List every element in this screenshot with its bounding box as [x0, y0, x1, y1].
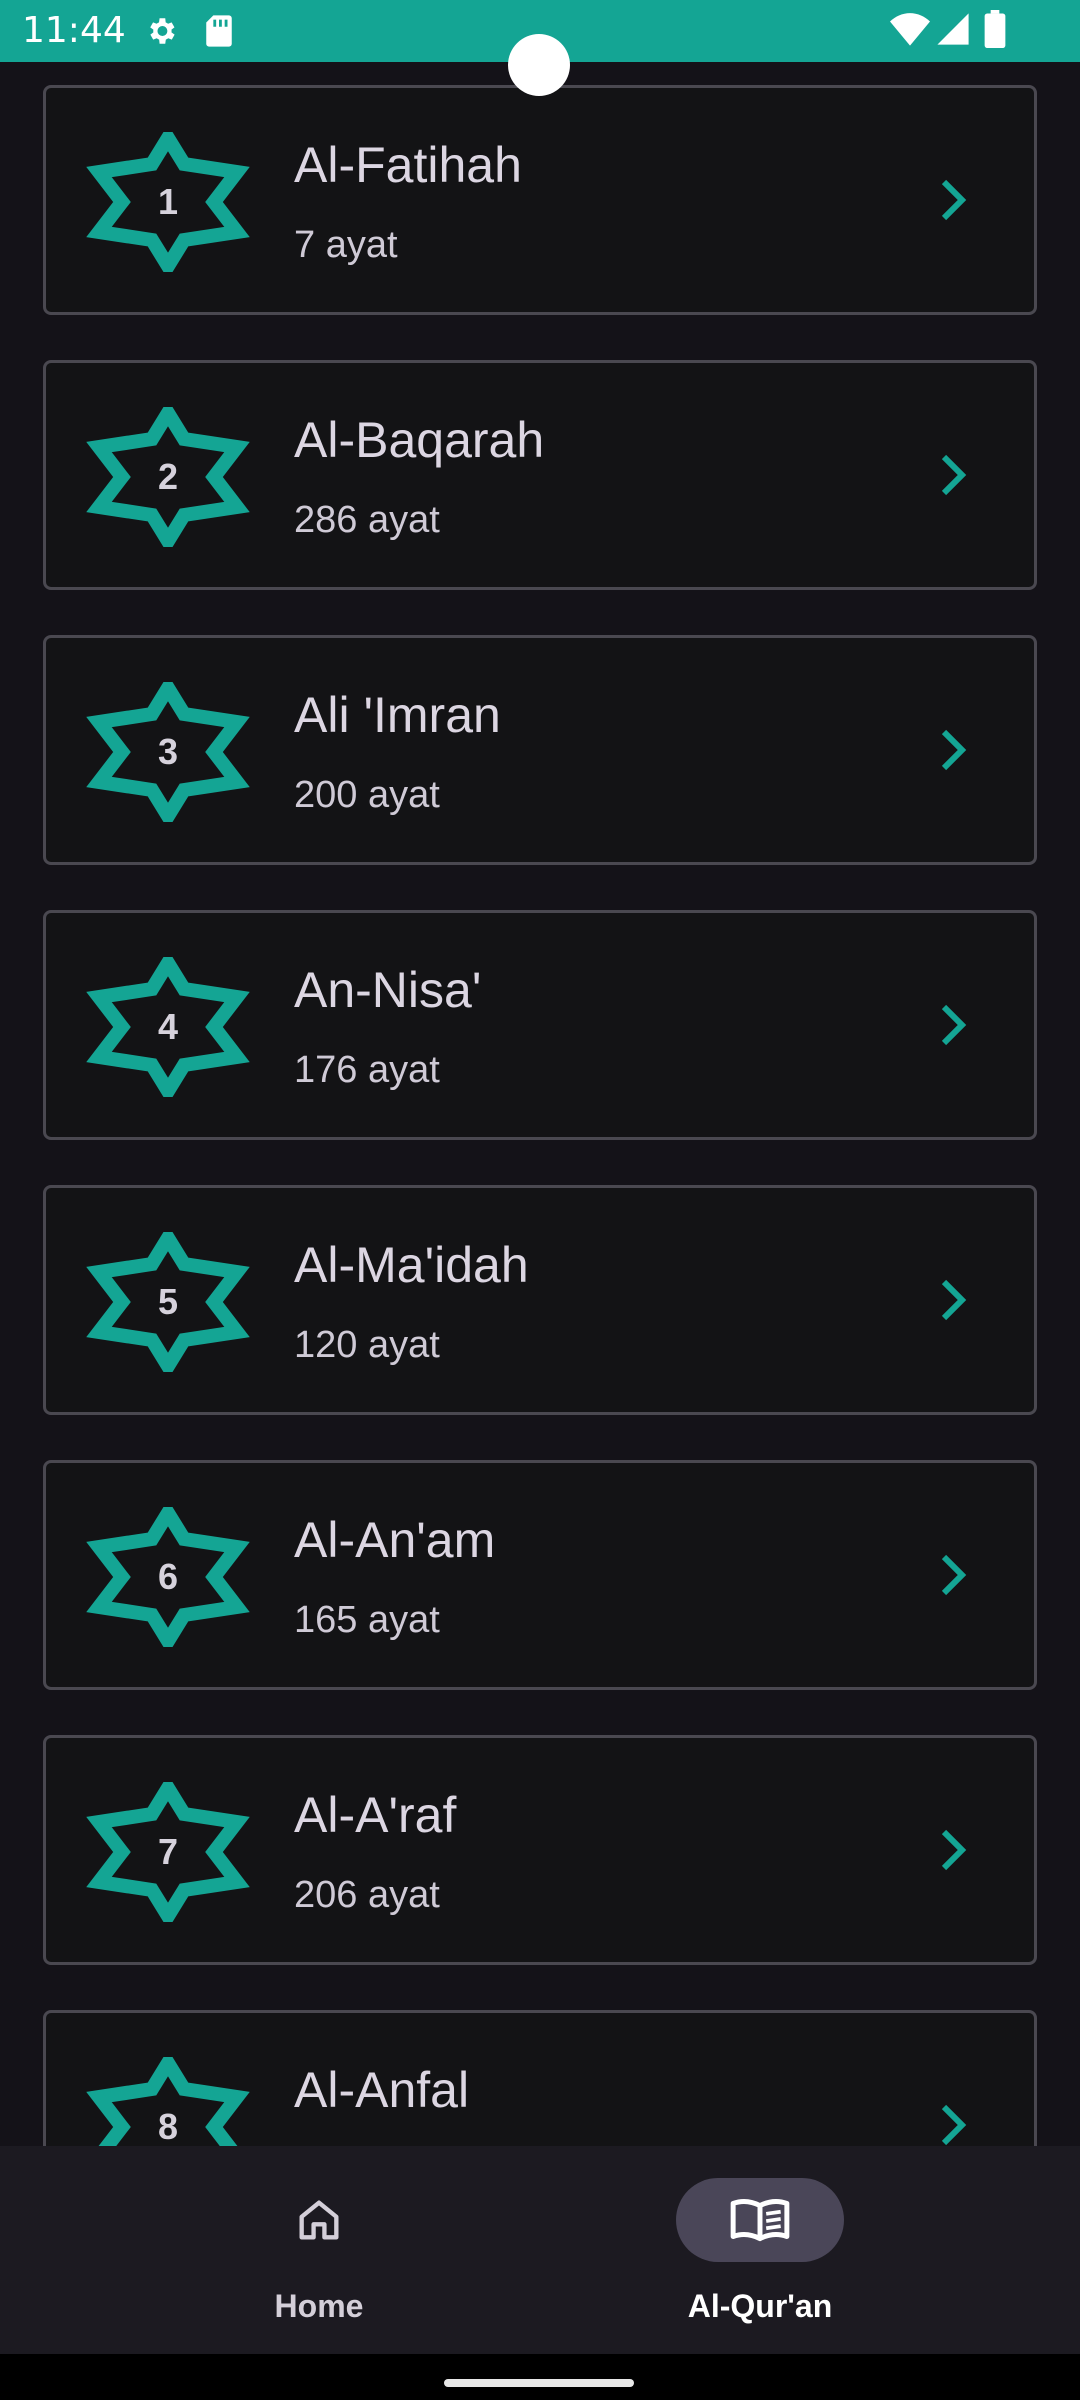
- surah-ayat-count: 206 ayat: [294, 1874, 440, 1916]
- nav-item-al-quran[interactable]: Al-Qur'an: [600, 2146, 920, 2354]
- surah-ayat-count: 286 ayat: [294, 499, 440, 541]
- surah-number: 8: [157, 2106, 179, 2146]
- nav-item-home[interactable]: Home: [159, 2146, 479, 2354]
- wifi-icon: [890, 12, 930, 51]
- surah-name: An-Nisa': [294, 962, 482, 1018]
- surah-name: Al-Ma'idah: [294, 1237, 529, 1293]
- surah-number-badge: 5: [86, 1232, 250, 1372]
- surah-name: Al-A'raf: [294, 1787, 457, 1843]
- surah-name: Al-Fatihah: [294, 137, 522, 193]
- nav-label-al-quran: Al-Qur'an: [687, 2288, 833, 2324]
- surah-number-badge: 7: [86, 1782, 250, 1922]
- chevron-right-icon: [941, 1554, 967, 1596]
- surah-card[interactable]: 2 Al-Baqarah 286 ayat: [43, 360, 1037, 590]
- status-time: 11:44: [22, 10, 126, 51]
- gesture-navigation-area: [0, 2354, 1080, 2400]
- surah-number: 3: [157, 731, 179, 772]
- surah-number: 7: [157, 1831, 179, 1872]
- surah-card[interactable]: 4 An-Nisa' 176 ayat: [43, 910, 1037, 1140]
- surah-name: Ali 'Imran: [294, 687, 501, 743]
- gear-icon: [144, 14, 178, 53]
- surah-number-badge: 6: [86, 1507, 250, 1647]
- surah-number-badge: 2: [86, 407, 250, 547]
- surah-card[interactable]: 5 Al-Ma'idah 120 ayat: [43, 1185, 1037, 1415]
- surah-number-badge: 4: [86, 957, 250, 1097]
- home-icon: [299, 2200, 339, 2240]
- surah-ayat-count: 165 ayat: [294, 1599, 440, 1641]
- chevron-right-icon: [941, 179, 967, 221]
- signal-icon: [936, 12, 970, 51]
- chevron-right-icon: [941, 1004, 967, 1046]
- surah-number: 4: [157, 1006, 179, 1047]
- chevron-right-icon: [941, 1279, 967, 1321]
- chevron-right-icon: [941, 1829, 967, 1871]
- surah-number: 6: [157, 1556, 179, 1597]
- surah-name: Al-Baqarah: [294, 412, 545, 468]
- surah-card[interactable]: 8 Al-Anfal: [43, 2010, 1037, 2146]
- bottom-navigation: Home Al-Qur'an: [0, 2146, 1080, 2354]
- surah-number-badge: 1: [86, 132, 250, 272]
- sd-card-icon: [204, 14, 234, 53]
- surah-card[interactable]: 3 Ali 'Imran 200 ayat: [43, 635, 1037, 865]
- chevron-right-icon: [941, 729, 967, 771]
- surah-number: 2: [157, 456, 179, 497]
- chevron-right-icon: [941, 2104, 967, 2146]
- nav-home-icon-container: [235, 2178, 403, 2262]
- surah-name: Al-An'am: [294, 1512, 496, 1568]
- surah-name: Al-Anfal: [294, 2062, 470, 2118]
- surah-number-badge: 8: [86, 2057, 250, 2146]
- nav-active-indicator: [676, 2178, 844, 2262]
- surah-ayat-count: 176 ayat: [294, 1049, 440, 1091]
- gesture-handle[interactable]: [444, 2379, 634, 2387]
- surah-card[interactable]: 7 Al-A'raf 206 ayat: [43, 1735, 1037, 1965]
- surah-ayat-count: 200 ayat: [294, 774, 440, 816]
- surah-list[interactable]: 1 Al-Fatihah 7 ayat 2 Al-Baqarah 286 aya…: [0, 62, 1080, 2146]
- camera-cutout: [508, 34, 570, 96]
- surah-card[interactable]: 1 Al-Fatihah 7 ayat: [43, 85, 1037, 315]
- surah-number: 1: [157, 181, 179, 222]
- battery-icon: [984, 10, 1006, 53]
- surah-number-badge: 3: [86, 682, 250, 822]
- chevron-right-icon: [941, 454, 967, 496]
- open-book-icon: [730, 2198, 790, 2242]
- surah-ayat-count: 120 ayat: [294, 1324, 440, 1366]
- surah-ayat-count: 7 ayat: [294, 224, 398, 266]
- surah-card[interactable]: 6 Al-An'am 165 ayat: [43, 1460, 1037, 1690]
- nav-label-home: Home: [274, 2288, 364, 2324]
- surah-number: 5: [157, 1281, 179, 1322]
